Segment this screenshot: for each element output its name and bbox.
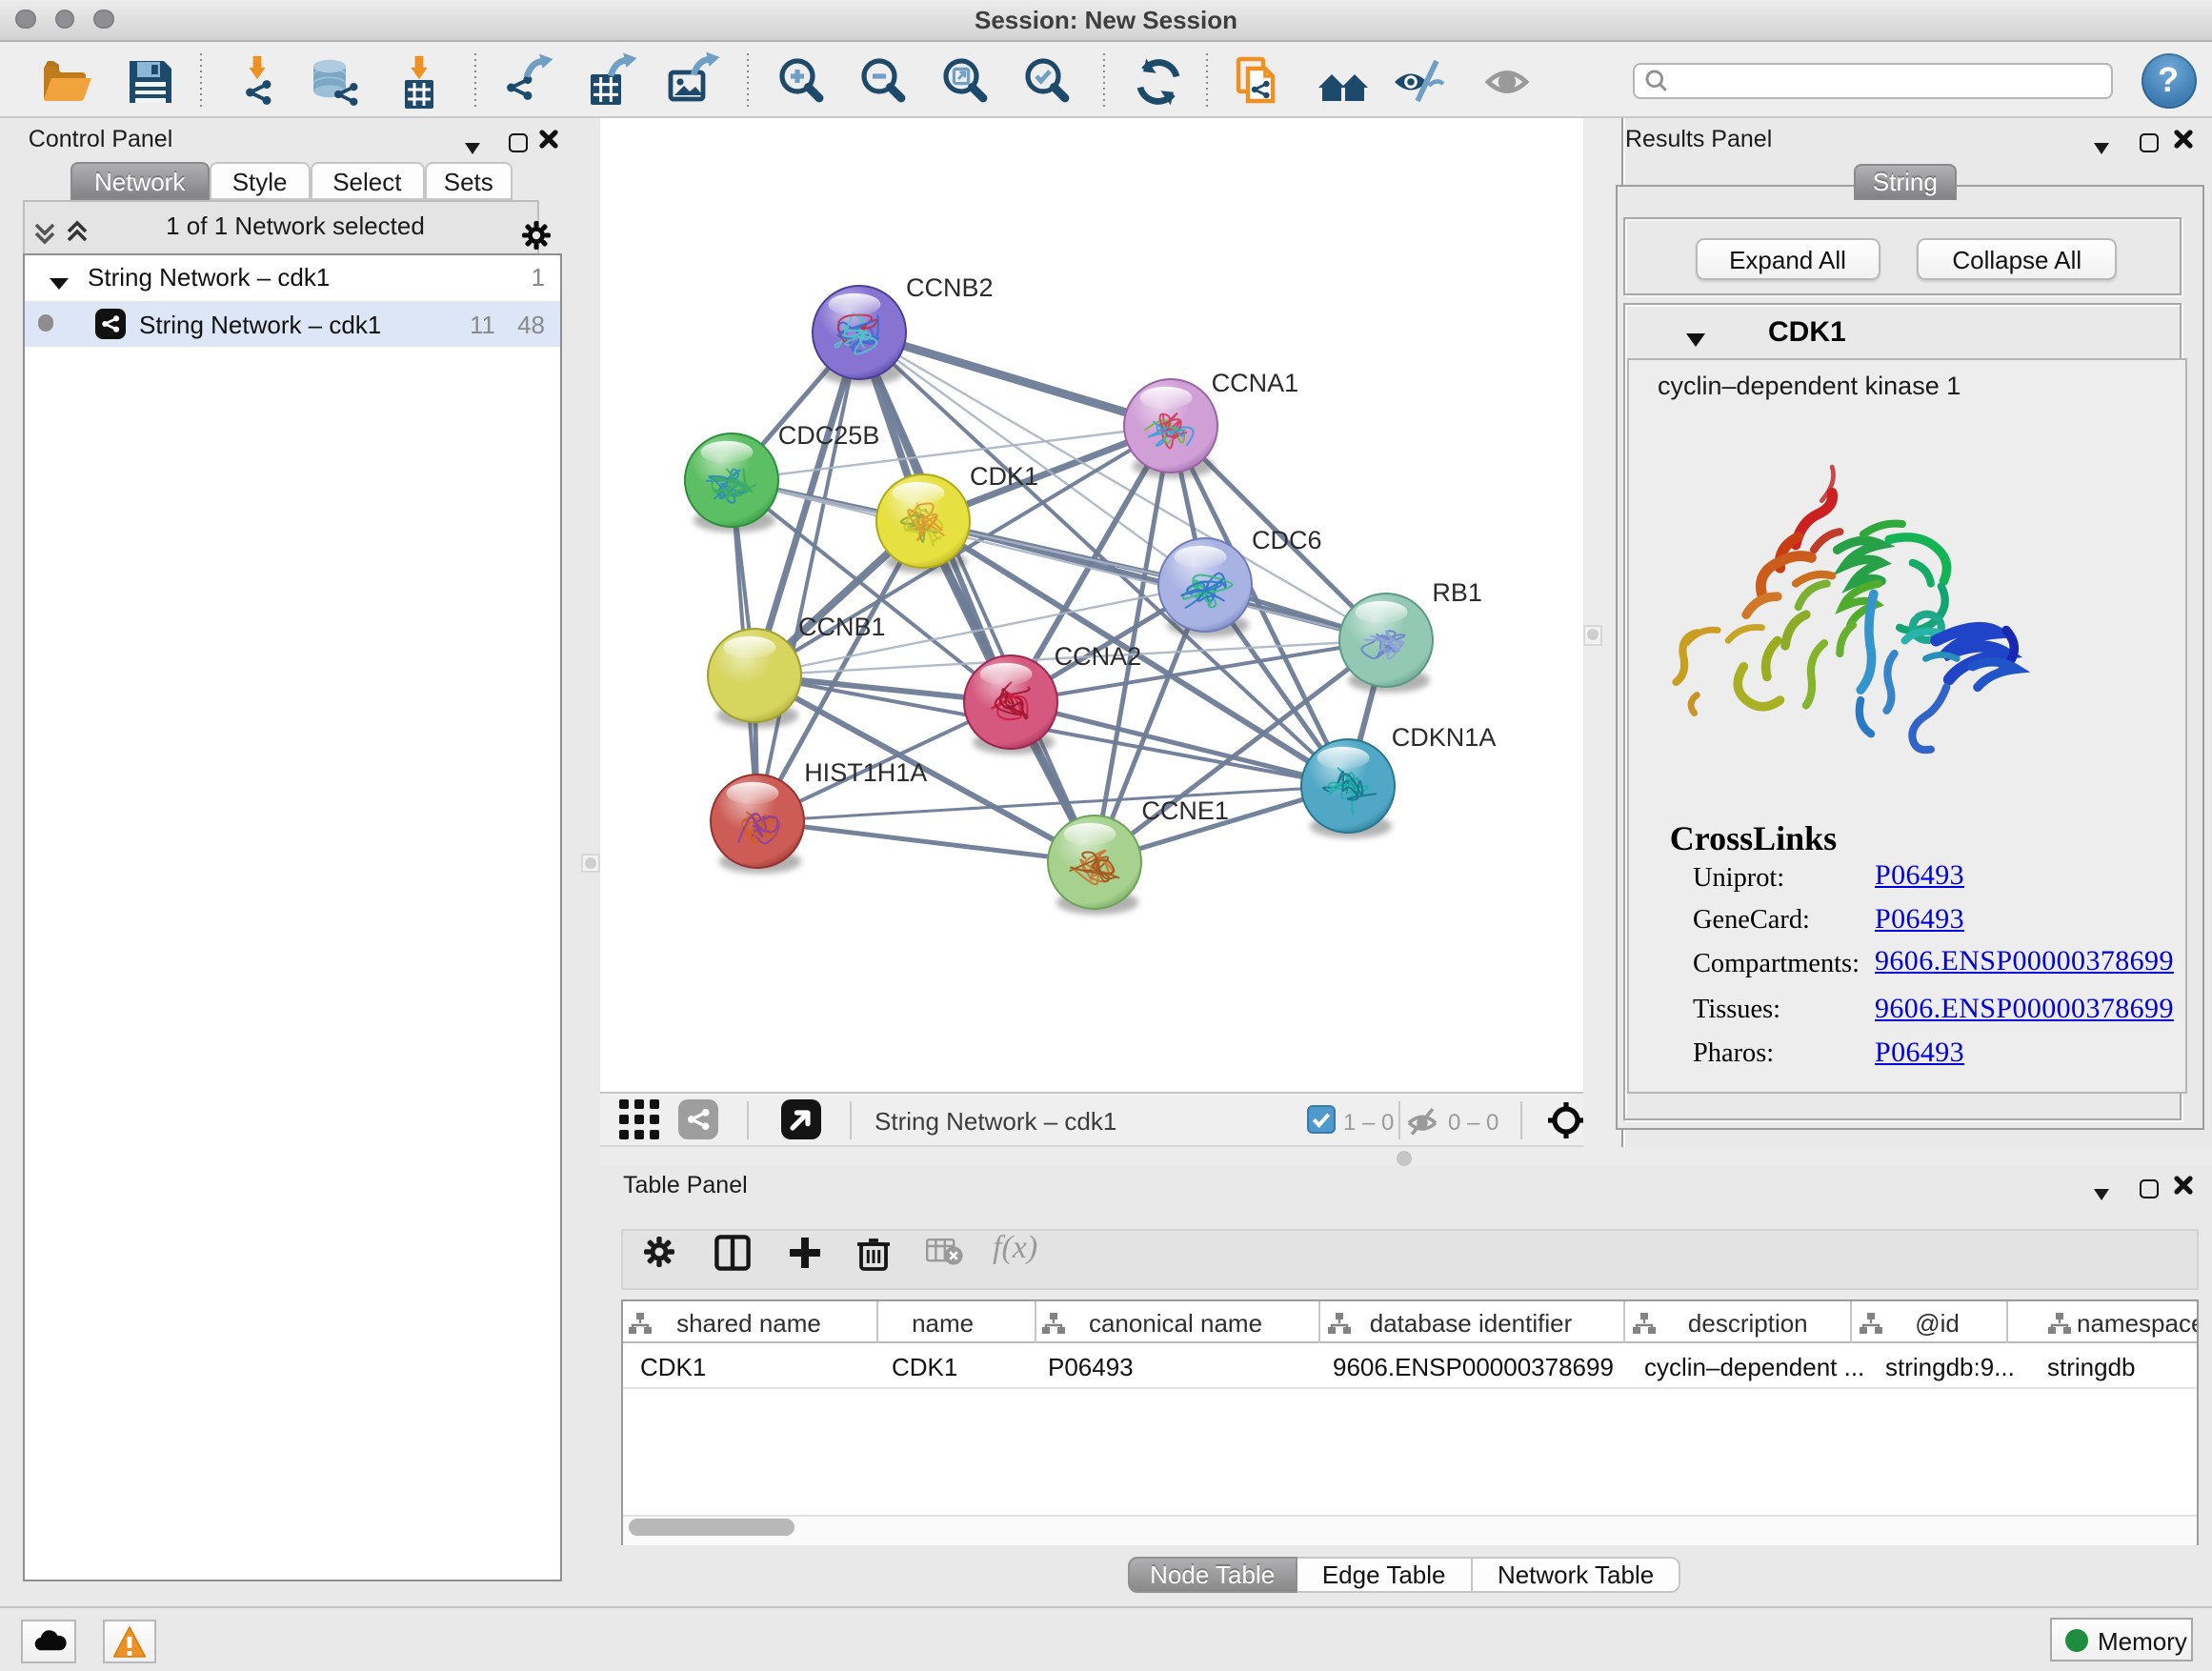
svg-text:CDC25B: CDC25B	[778, 421, 880, 450]
svg-text:CCNB2: CCNB2	[906, 273, 994, 302]
svg-text:RB1: RB1	[1432, 578, 1482, 607]
svg-text:CCNA2: CCNA2	[1055, 642, 1142, 671]
svg-text:CDKN1A: CDKN1A	[1392, 723, 1497, 752]
svg-text:CDK1: CDK1	[970, 462, 1038, 491]
svg-text:HIST1H1A: HIST1H1A	[804, 758, 927, 787]
svg-text:CCNA1: CCNA1	[1212, 369, 1299, 397]
svg-text:CCNE1: CCNE1	[1141, 796, 1229, 825]
svg-text:CCNB1: CCNB1	[798, 613, 886, 641]
svg-text:CDC6: CDC6	[1252, 526, 1322, 554]
